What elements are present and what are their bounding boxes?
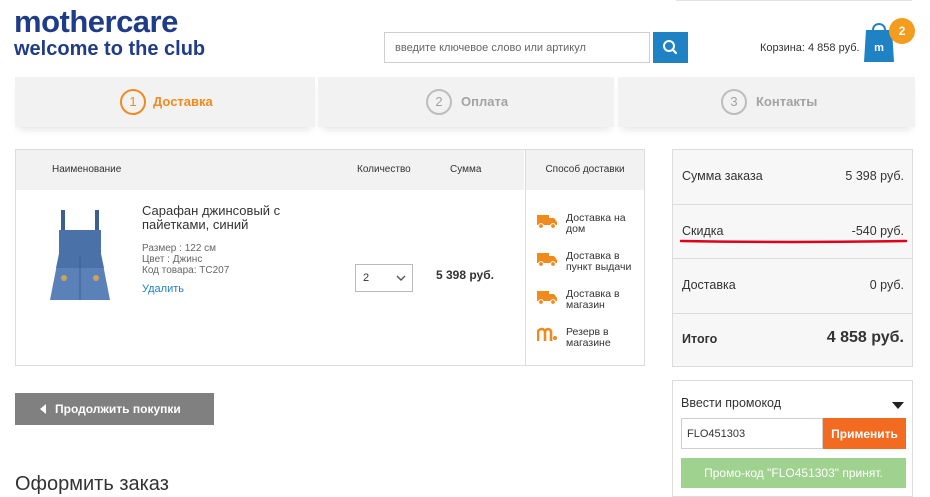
tab-delivery[interactable]: 1 Доставка [15, 77, 315, 127]
discount-highlight-underline [680, 239, 908, 244]
logo-brand: mothercare [14, 4, 178, 39]
promo-toggle[interactable]: Ввести промокод [681, 396, 781, 410]
logo[interactable]: mothercare welcome to the club [14, 4, 206, 61]
order-table: Наименование Количество Сумма Сарафан дж… [15, 149, 645, 366]
quantity-select[interactable]: 2 [355, 264, 413, 292]
truck-icon [537, 253, 557, 267]
subtotal-label: Сумма заказа [682, 169, 763, 183]
discount-label: Скидка [682, 224, 724, 238]
product-size: Размер : 122 см [142, 243, 217, 254]
step-label: Доставка [153, 94, 213, 109]
step-number: 3 [721, 89, 747, 115]
search-icon [663, 40, 678, 55]
step-number: 2 [426, 89, 452, 115]
shipping-option-label: Доставка в пункт выдачи [566, 250, 632, 273]
product-image[interactable] [46, 208, 114, 306]
summary-subtotal-row: Сумма заказа 5 398 руб. [673, 150, 912, 205]
summary-delivery-row: Доставка 0 руб. [673, 259, 912, 314]
continue-shopping-label: Продолжить покупки [55, 402, 181, 416]
tab-contacts[interactable]: 3 Контакты [618, 77, 915, 127]
delivery-label: Доставка [682, 278, 736, 292]
product-sum: 5 398 руб. [436, 268, 494, 282]
svg-text:m: m [874, 42, 884, 54]
truck-icon [537, 215, 557, 229]
summary-total-row: Итого 4 858 руб. [673, 314, 912, 366]
header-shipping: Способ доставки [526, 150, 644, 190]
search-input[interactable] [384, 32, 650, 63]
header-sum: Сумма [450, 164, 482, 175]
product-name[interactable]: Сарафан джинсовый с пайетками, синий [142, 204, 302, 232]
mothercare-logo-icon [537, 327, 557, 341]
summary-discount-row: Скидка -540 руб. [673, 205, 912, 259]
step-number: 1 [120, 89, 146, 115]
order-table-header: Наименование Количество Сумма [16, 150, 524, 190]
quantity-value: 2 [363, 272, 370, 284]
header-quantity: Количество [357, 164, 411, 175]
caret-down-icon[interactable] [892, 402, 904, 409]
truck-icon [537, 291, 557, 305]
promo-accepted-message: Промо-код "FLO451303" принят. [681, 458, 906, 488]
subtotal-value: 5 398 руб. [845, 169, 904, 183]
continue-shopping-button[interactable]: Продолжить покупки [15, 393, 214, 425]
tab-payment[interactable]: 2 Оплата [318, 77, 614, 127]
step-label: Контакты [756, 94, 818, 109]
shipping-option-label: Доставка на дом [566, 212, 626, 235]
order-summary: Сумма заказа 5 398 руб. Скидка -540 руб.… [672, 149, 913, 367]
shipping-option-label: Доставка в магазин [566, 288, 620, 311]
discount-value: -540 руб. [851, 224, 904, 238]
product-color: Цвет : Джинс [142, 254, 203, 265]
search-button[interactable] [653, 32, 688, 63]
chevron-down-icon [396, 275, 406, 281]
total-value: 4 858 руб. [826, 329, 904, 346]
cart-count-badge: 2 [889, 18, 915, 44]
chevron-left-icon [40, 404, 46, 414]
shipping-methods: Способ доставки Доставка на дом Доставка… [525, 150, 644, 365]
total-label: Итого [682, 332, 718, 346]
promo-code-panel: Ввести промокод Применить Промо-код "FLO… [672, 380, 913, 497]
promo-code-input[interactable] [681, 418, 823, 449]
product-code: Код товара: TC207 [142, 265, 230, 276]
checkout-heading: Оформить заказ [15, 473, 169, 495]
delivery-value: 0 руб. [869, 278, 904, 292]
header-divider [676, 0, 912, 1]
shipping-option-label: Резерв в магазине [566, 326, 611, 349]
apply-promo-button[interactable]: Применить [823, 418, 906, 449]
logo-tagline: welcome to the club [14, 38, 206, 60]
step-label: Оплата [461, 94, 509, 109]
remove-item-link[interactable]: Удалить [142, 283, 184, 295]
header-name: Наименование [52, 164, 122, 175]
cart-total[interactable]: Корзина: 4 858 руб. [760, 42, 860, 54]
